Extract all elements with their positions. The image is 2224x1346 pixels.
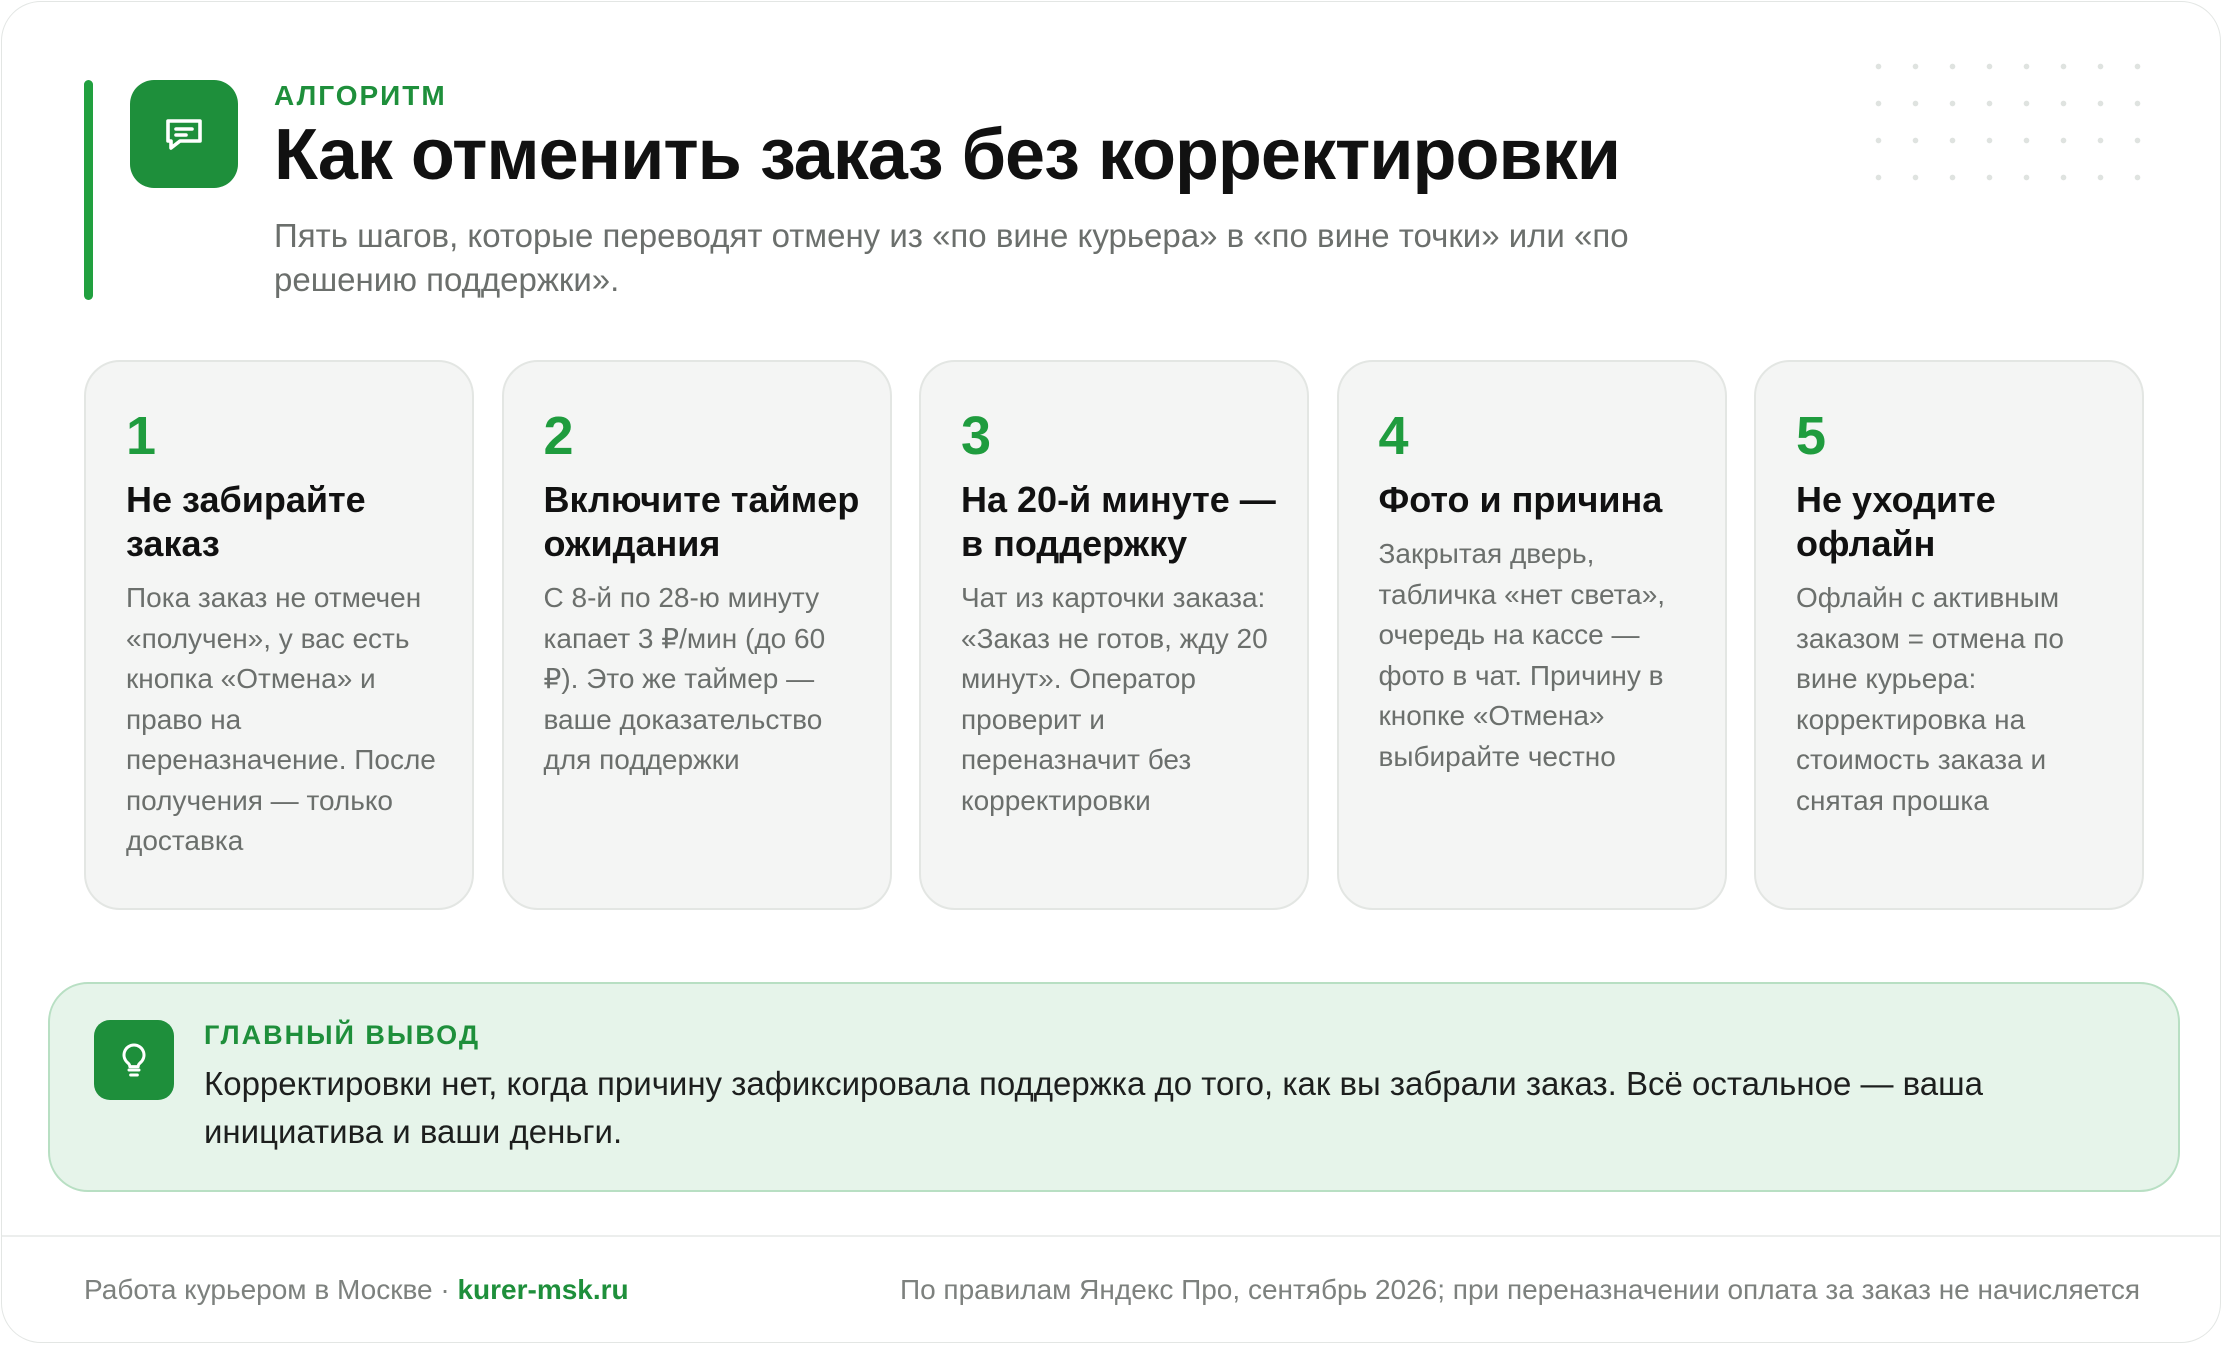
page-subtitle: Пять шагов, которые переводят отмену из … — [274, 217, 1629, 298]
infographic-card: АЛГОРИТМ Как отменить заказ без корректи… — [1, 1, 2221, 1343]
step-text: Закрытая дверь, табличка «нет света», оч… — [1378, 538, 1666, 772]
step-title: Фото и причина — [1378, 479, 1663, 520]
step-text: С 8-й по 28-ю минуту капает 3 ₽/мин (до … — [543, 582, 826, 775]
step-card-5: 5 Не уходите офлайн Офлайн с активным за… — [1754, 360, 2144, 910]
conclusion-text: Корректировки нет, когда причину зафикси… — [204, 1065, 1983, 1150]
step-title: Включите таймер ожидания — [543, 479, 860, 564]
footer-site-link[interactable]: kurer-msk.ru — [457, 1274, 628, 1305]
conclusion-box: ГЛАВНЫЙ ВЫВОД Корректировки нет, когда п… — [48, 982, 2180, 1192]
step-card-1: 1 Не забирайте заказ Пока заказ не отмеч… — [84, 360, 474, 910]
step-number: 1 — [126, 406, 157, 466]
decorative-dot-grid — [1860, 48, 2170, 194]
steps-list: 1 Не забирайте заказ Пока заказ не отмеч… — [84, 360, 2144, 910]
step-title: На 20-й минуте — в поддержку — [961, 479, 1276, 564]
step-text: Чат из карточки заказа: «Заказ не готов,… — [961, 582, 1268, 816]
step-title: Не уходите офлайн — [1796, 479, 1996, 564]
step-text: Офлайн с активным заказом = отмена по ви… — [1796, 582, 2064, 816]
step-card-2: 2 Включите таймер ожидания С 8-й по 28-ю… — [501, 360, 892, 910]
step-card-4: 4 Фото и причина Закрытая дверь, табличк… — [1336, 360, 1727, 910]
chat-icon — [130, 80, 238, 188]
step-card-3: 3 На 20-й минуте — в поддержку Чат из ка… — [919, 360, 1309, 910]
page-title: Как отменить заказ без корректировки — [274, 115, 1621, 195]
footer-note: По правилам Яндекс Про, сентябрь 2026; п… — [899, 1274, 2140, 1305]
step-text: Пока заказ не отмечен «получен», у вас е… — [126, 582, 436, 856]
step-number: 2 — [543, 406, 574, 466]
step-number: 5 — [1796, 406, 1827, 466]
accent-bar — [84, 80, 93, 300]
lightbulb-icon — [94, 1020, 174, 1100]
step-number: 3 — [961, 406, 992, 466]
step-number: 4 — [1378, 406, 1409, 466]
footer-left-text: Работа курьером в Москве · — [84, 1274, 458, 1305]
conclusion-label: ГЛАВНЫЙ ВЫВОД — [204, 1020, 481, 1050]
footer-source: Работа курьером в Москве · kurer-msk.ru — [84, 1274, 629, 1306]
section-eyebrow: АЛГОРИТМ — [274, 80, 447, 111]
footer-divider — [2, 1235, 2220, 1237]
step-title: Не забирайте заказ — [126, 479, 366, 564]
